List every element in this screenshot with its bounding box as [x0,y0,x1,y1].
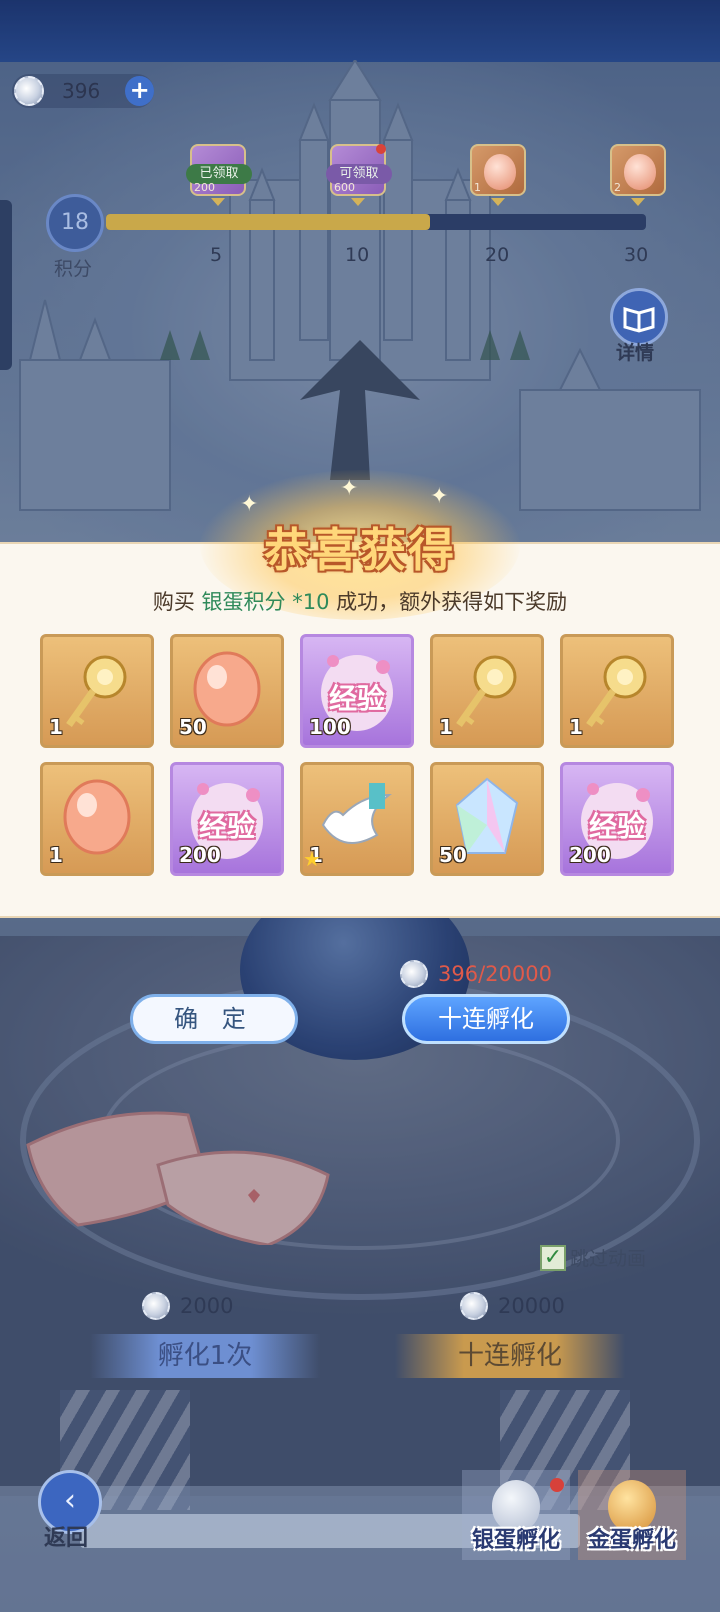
reward-item[interactable]: 经验 200 [170,762,284,876]
msg-suffix: 成功，额外获得如下奖励 [329,590,568,614]
progress-bar [106,214,646,230]
skip-animation-label: 跳过动画 [570,1248,647,1270]
hatch-ten-cost: 20000 [460,1292,565,1320]
ten-hatch-button[interactable]: 十连孵化 [402,994,570,1044]
reward-item[interactable]: 1 [430,634,544,748]
score-progress: 18 积分 已领取 200 5 可领取 600 10 1 20 2 30 [0,140,720,280]
cost-value: 396/20000 [438,962,552,986]
reward-item[interactable]: 1 ★ [300,762,414,876]
reward-item[interactable]: 经验 100 [300,634,414,748]
milestone-tick: 5 [210,244,223,266]
back-arrow-icon: ‹ [64,1483,76,1518]
msg-prefix: 购买 [152,590,202,614]
milestone-reward-30[interactable]: 2 [610,144,666,196]
orange-egg-icon [484,154,516,190]
currency-display: 396 + [12,74,154,108]
star-rank-icon: ★ [303,847,321,871]
tab-label: 金蛋孵化 [587,1528,676,1553]
ten-hatch-cost: 396/20000 [400,960,552,988]
silver-coin-icon [400,960,428,988]
book-icon [623,307,655,333]
back-label: 返回 [44,1526,89,1551]
checkbox-checked-icon[interactable]: ✓ [540,1244,566,1271]
milestone-reward-20[interactable]: 1 [470,144,526,196]
currency-value: 396 [62,79,101,103]
reward-item[interactable]: 50 [430,762,544,876]
milestone-tick: 10 [345,244,370,266]
item-count: 50 [439,843,467,867]
milestone-pointer-icon [631,198,645,206]
confirm-button[interactable]: 确 定 [130,994,298,1044]
score-badge: 18 [46,194,104,252]
milestone-amount: 1 [474,181,481,194]
milestone-amount: 600 [334,181,355,194]
cost-value: 2000 [180,1294,234,1318]
milestone-amount: 2 [614,181,621,194]
detail-label: 详情 [616,342,655,364]
item-count: 1 [569,715,583,739]
sparkle-icon: ✦ [430,484,449,509]
sparkle-icon: ✦ [340,476,359,501]
item-count: 200 [569,843,611,867]
milestone-amount: 200 [194,181,215,194]
notification-dot [376,144,386,154]
msg-item: 银蛋积分 [201,590,286,614]
add-currency-button[interactable]: + [125,76,154,106]
hatch-one-cost: 2000 [142,1292,233,1320]
hatch-ten-button[interactable]: 十连孵化 [395,1334,625,1378]
reward-item[interactable]: 经验 200 [560,762,674,876]
milestone-pointer-icon [211,198,225,206]
hatch-once-button[interactable]: 孵化1次 [90,1334,320,1378]
reward-item[interactable]: 1 [40,634,154,748]
milestone-tick: 30 [624,244,649,266]
milestone-reward-10[interactable]: 可领取 600 [326,144,392,196]
silver-coin-icon [14,76,44,106]
reward-item[interactable]: 1 [560,634,674,748]
progress-bar-fill [106,214,430,230]
orange-egg-icon [624,154,656,190]
item-label: 经验 [328,682,385,715]
milestone-reward-5[interactable]: 已领取 200 [186,144,252,196]
silver-coin-icon [460,1292,488,1320]
milestone-pointer-icon [491,198,505,206]
item-count: 200 [179,843,221,867]
milestone-tick: 20 [485,244,510,266]
tab-silver-egg-hatch[interactable]: 银蛋孵化 [462,1470,570,1560]
score-label: 积分 [54,258,93,280]
reward-message: 购买 银蛋积分 *10 成功，额外获得如下奖励 [0,586,720,616]
reward-grid: 1 50 经验 100 1 1 1 经验 200 1 ★ 50 经验 200 [40,634,680,876]
tab-label: 银蛋孵化 [471,1528,560,1553]
item-label: 经验 [588,810,645,843]
msg-qty: *10 [285,590,330,614]
reward-item[interactable]: 50 [170,634,284,748]
tab-gold-egg-hatch[interactable]: 金蛋孵化 [578,1470,686,1560]
notification-dot [550,1478,564,1492]
item-count: 50 [179,715,207,739]
silver-coin-icon [142,1292,170,1320]
item-count: 1 [49,715,63,739]
item-count: 1 [49,843,63,867]
milestone-pointer-icon [351,198,365,206]
item-count: 100 [309,715,351,739]
modal-title: 恭喜获得 [264,523,456,577]
item-label: 经验 [198,810,255,843]
cost-value: 20000 [498,1294,565,1318]
skip-animation-toggle[interactable]: ✓ 跳过动画 [540,1244,646,1271]
reward-item[interactable]: 1 [40,762,154,876]
item-count: 1 [439,715,453,739]
